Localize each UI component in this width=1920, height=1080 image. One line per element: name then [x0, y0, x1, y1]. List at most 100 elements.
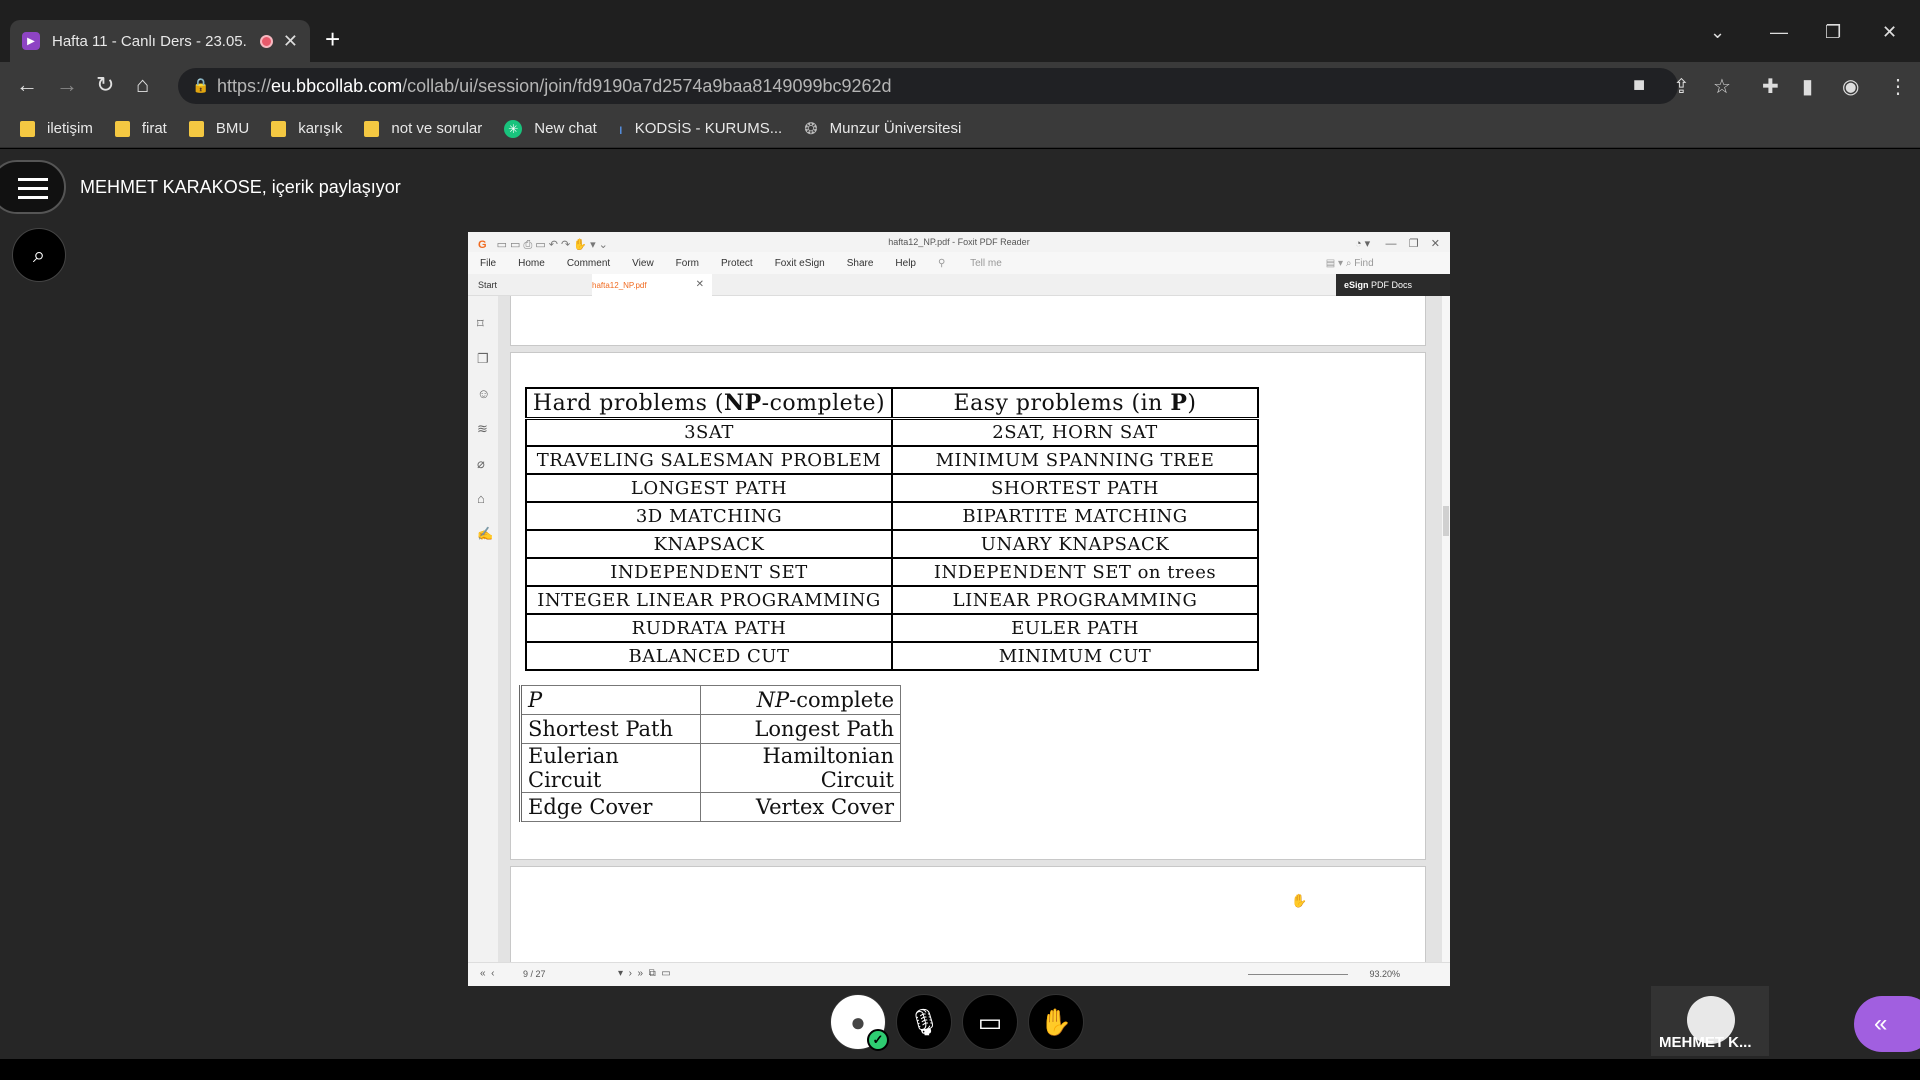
- pdf-tab-document[interactable]: hafta12_NP.pdf ✕: [592, 274, 712, 296]
- bookmark-munzur[interactable]: ❂ Munzur Üniversitesi: [804, 119, 961, 139]
- forward-icon[interactable]: →: [56, 72, 78, 98]
- table-cell: RUDRATA PATH: [525, 613, 893, 643]
- esign-button[interactable]: eSign PDF Docs: [1336, 274, 1450, 296]
- back-icon[interactable]: ←: [16, 72, 38, 98]
- content-zoom-icon[interactable]: ⌕: [12, 228, 66, 282]
- table-cell: Vertex Cover: [700, 792, 901, 822]
- pages-panel-icon[interactable]: ❐: [477, 351, 489, 367]
- table-cell: MINIMUM CUT: [891, 641, 1259, 671]
- lock-icon[interactable]: 🔒: [192, 77, 209, 94]
- chatgpt-icon: ✳: [504, 119, 523, 138]
- camera-button[interactable]: ▭: [962, 994, 1018, 1050]
- pdf-tab-start[interactable]: Start: [478, 280, 497, 290]
- table-cell: MINIMUM SPANNING TREE: [891, 445, 1259, 475]
- table-row: BALANCED CUT MINIMUM CUT: [525, 641, 1259, 671]
- browser-tab[interactable]: ▶ Hafta 11 - Canlı Ders - 23.05. ✕: [10, 20, 310, 62]
- pdf-titlebar: G ▭ ▭ ⎙ ▭ ↶ ↷ ✋ ▾ ⌄ hafta12_NP.pdf - Foxi…: [468, 232, 1450, 252]
- menu-icon-line: [18, 187, 48, 190]
- bookmark-not-ve-sorular[interactable]: not ve sorular: [364, 120, 482, 137]
- bookmark-karisik[interactable]: karışık: [271, 120, 342, 137]
- participant-name: MEHMET K...: [1659, 1034, 1752, 1051]
- restore-button[interactable]: ❐: [1825, 22, 1841, 43]
- table-header-row: Hard problems (NP-complete) Easy problem…: [525, 387, 1259, 419]
- minimize-button[interactable]: —: [1770, 22, 1788, 43]
- layers-panel-icon[interactable]: ≋: [477, 421, 488, 437]
- pdf-tab-document-label: hafta12_NP.pdf: [592, 281, 647, 290]
- new-tab-button[interactable]: +: [325, 26, 340, 52]
- bookmark-new-chat[interactable]: ✳ New chat: [504, 119, 597, 138]
- attachments-panel-icon[interactable]: ⌀: [477, 456, 485, 472]
- bookmark-iletisim[interactable]: iletişim: [20, 120, 93, 137]
- pdf-menu-home[interactable]: Home: [518, 258, 545, 269]
- session-menu-button[interactable]: [0, 160, 66, 214]
- pdf-menu-bar: File Home Comment View Form Protect Foxi…: [468, 252, 1450, 274]
- menu-icon-line: [18, 196, 48, 199]
- kodsis-icon: ı: [618, 120, 623, 137]
- close-window-button[interactable]: ✕: [1882, 22, 1897, 43]
- pdf-vertical-scrollbar[interactable]: [1442, 296, 1450, 962]
- table-cell: TRAVELING SALESMAN PROBLEM: [525, 445, 893, 475]
- my-status-button[interactable]: ● ✓: [830, 994, 889, 1051]
- url-text[interactable]: https://eu.bbcollab.com/collab/ui/sessio…: [217, 76, 892, 97]
- bookmarks-panel-icon[interactable]: ⌑: [477, 316, 484, 332]
- microphone-button[interactable]: 🎙: [896, 994, 952, 1050]
- pdf-menu-comment[interactable]: Comment: [567, 258, 610, 269]
- bottom-bar: [0, 1060, 1920, 1080]
- extensions-icon[interactable]: ✚: [1762, 74, 1779, 99]
- browser-tab-strip: ▶ Hafta 11 - Canlı Ders - 23.05. ✕ + ⌄ —…: [0, 0, 1920, 62]
- pdf-menu-help[interactable]: Help: [895, 258, 916, 269]
- pdf-menu-view[interactable]: View: [632, 258, 654, 269]
- profile-avatar-icon[interactable]: ◉: [1842, 74, 1859, 99]
- bookmark-bmu[interactable]: BMU: [188, 120, 249, 137]
- comments-panel-icon[interactable]: ☺: [477, 386, 490, 401]
- table-cell: Edge Cover: [520, 792, 701, 822]
- pdf-menu-share[interactable]: Share: [847, 258, 874, 269]
- pdf-window-controls[interactable]: ◔ ▾ — ❐ ✕: [1355, 234, 1440, 254]
- page-indicator[interactable]: 9 / 27: [523, 969, 546, 979]
- close-document-tab-icon[interactable]: ✕: [696, 279, 704, 290]
- find-field[interactable]: ▤ ▾ ⌕ Find: [1326, 258, 1396, 269]
- scrollbar-thumb[interactable]: [1443, 506, 1449, 536]
- pdf-menu-form[interactable]: Form: [676, 258, 699, 269]
- find-label: Find: [1354, 257, 1374, 269]
- pdf-page-previous: [510, 296, 1426, 346]
- table-header-easy: Easy problems (in P): [891, 387, 1259, 419]
- table-cell: 3D MATCHING: [525, 501, 893, 531]
- table-cell: INDEPENDENT SET: [525, 557, 893, 587]
- zoom-slider[interactable]: [1248, 974, 1348, 975]
- table-cell: 3SAT: [525, 416, 893, 447]
- bookmark-firat[interactable]: firat: [114, 120, 167, 137]
- home-icon[interactable]: ⌂: [136, 72, 149, 98]
- reload-icon[interactable]: ↻: [96, 72, 114, 98]
- zoom-level[interactable]: 93.20%: [1369, 969, 1400, 979]
- signature-panel-icon[interactable]: ✍: [477, 526, 493, 542]
- open-collaborate-panel-button[interactable]: «: [1854, 996, 1920, 1052]
- close-tab-icon[interactable]: ✕: [283, 31, 298, 52]
- participant-tile[interactable]: MEHMET K...: [1651, 986, 1769, 1056]
- table-cell: Longest Path: [700, 714, 901, 744]
- table-cell: LONGEST PATH: [525, 473, 893, 503]
- first-prev-page-icons[interactable]: « ‹: [480, 968, 494, 979]
- pdf-menu-file[interactable]: File: [480, 258, 496, 269]
- share-title: MEHMET KARAKOSE, içerik paylaşıyor: [80, 177, 401, 197]
- table-row: TRAVELING SALESMAN PROBLEM MINIMUM SPANNI…: [525, 445, 1259, 475]
- pdf-menu-protect[interactable]: Protect: [721, 258, 753, 269]
- tab-search-icon[interactable]: ⌄: [1710, 22, 1725, 43]
- folder-icon: [114, 120, 130, 137]
- raise-hand-button[interactable]: ✋: [1028, 994, 1084, 1050]
- tell-me-search[interactable]: ⚲ Tell me: [938, 258, 1024, 269]
- bookmark-label: iletişim: [47, 120, 93, 137]
- next-last-page-icons[interactable]: ▾ › » ⧉ ▭: [618, 968, 671, 979]
- pdf-viewport[interactable]: Hard problems (NP-complete) Easy problem…: [498, 296, 1442, 962]
- bookmark-kodsis[interactable]: ı KODSİS - KURUMS...: [619, 120, 782, 137]
- bookmark-star-icon[interactable]: ☆: [1713, 74, 1731, 99]
- security-panel-icon[interactable]: ⌂: [477, 491, 485, 506]
- side-panel-icon[interactable]: ▮: [1802, 74, 1813, 99]
- chrome-menu-icon[interactable]: ⋮: [1888, 74, 1908, 99]
- pdf-menu-foxit-esign[interactable]: Foxit eSign: [775, 258, 825, 269]
- tab-title: Hafta 11 - Canlı Ders - 23.05.: [52, 32, 247, 50]
- table-cell: Hamiltonian Circuit: [700, 743, 901, 793]
- camera-permission-icon[interactable]: ■: [1633, 74, 1645, 97]
- pdf-window-title: hafta12_NP.pdf - Foxit PDF Reader: [888, 237, 1030, 247]
- share-icon[interactable]: ⇪: [1673, 74, 1690, 99]
